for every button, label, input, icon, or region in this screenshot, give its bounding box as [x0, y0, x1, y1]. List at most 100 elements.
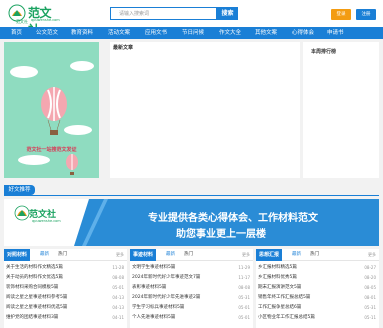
item-date: 11-17	[238, 275, 250, 280]
item-date: 05-31	[238, 295, 250, 300]
nav-item-other-copy[interactable]: 其他文案	[255, 27, 277, 39]
item-title[interactable]: 阅读之星之星事迹材料优选5篇	[6, 305, 67, 310]
item-date: 05-31	[364, 305, 376, 310]
logo-url: qpuwenshe.com	[31, 18, 60, 22]
tab-latest[interactable]: 最新	[40, 249, 49, 261]
item-date: 04-13	[112, 305, 124, 310]
more-link[interactable]: 更多	[368, 249, 376, 261]
list-item[interactable]: 维护党的团结事迹材料3篇 04-11	[4, 313, 127, 323]
item-date: 05-01	[238, 315, 250, 320]
weekly-ranking-title: 本周排行榜	[311, 49, 337, 55]
item-title[interactable]: 乡汇报材料优秀5篇	[258, 275, 297, 280]
nav-item-applications[interactable]: 申请书	[327, 27, 344, 39]
item-date: 05-11	[364, 315, 376, 320]
tab-popular[interactable]: 热门	[184, 249, 193, 261]
hero-title: 范文社一站搜范文发证	[26, 147, 77, 153]
item-title[interactable]: 小区物业年工作汇报总结5篇	[258, 315, 315, 320]
list-item[interactable]: 个人先进事迹材料5篇 05-01	[130, 313, 253, 323]
list-item[interactable]: 乡汇报材料优秀5篇 08-20	[256, 273, 379, 283]
item-title[interactable]: 2024年新时代好少年先进事迹2篇	[132, 295, 200, 300]
item-title[interactable]: 工作汇报争星总结6篇	[258, 305, 301, 310]
item-title[interactable]: 阅读之星之星事迹材料参考5篇	[6, 295, 67, 300]
item-date: 04-11	[112, 315, 124, 320]
latest-articles-panel: 最新文章	[110, 42, 300, 178]
nav-item-holiday-greetings[interactable]: 节日问候	[182, 27, 204, 39]
item-date: 04-13	[112, 295, 124, 300]
main-nav: 首页 公文范文 教育资料 活动文案 应用文书 节日问候 作文大全 其他文案 心得…	[0, 27, 383, 39]
nav-item-official-docs[interactable]: 公文范文	[36, 27, 58, 39]
site-header: 范文社 范文社 qpuwenshe.com 请输入搜索词 搜索 登录 注册	[0, 0, 383, 37]
list-item[interactable]: 销售年终工作汇报总结5篇 08-01	[256, 293, 379, 303]
column-materials: 对照材料 最新 热门 更多 关于生活的材料作文精选5篇 11-28 关于动员的材料…	[4, 249, 127, 328]
item-title[interactable]: 关于动员的材料作文优选5篇	[6, 275, 63, 280]
list-item[interactable]: 期末汇报演讲范文5篇 08-05	[256, 283, 379, 293]
item-date: 08-08	[112, 275, 124, 280]
tab-latest[interactable]: 最新	[292, 249, 301, 261]
item-title[interactable]: 文明学生事迹材料5篇	[132, 265, 175, 270]
tab-latest[interactable]: 最新	[166, 249, 175, 261]
column-tag: 思想汇报	[256, 249, 283, 261]
search-input[interactable]: 请输入搜索词	[110, 7, 217, 20]
article-list: 文明学生事迹材料5篇 11-29 2024年新时代好少年事迹范文7篇 11-17 表…	[130, 263, 253, 323]
site-logo[interactable]: 范文社 范文社 qpuwenshe.com	[8, 3, 60, 37]
column-deeds: 事迹材料 最新 热门 更多 文明学生事迹材料5篇 11-29 2024年新时代好少…	[130, 249, 253, 328]
tab-popular[interactable]: 热门	[310, 249, 319, 261]
list-item[interactable]: 关于动员的材料作文优选5篇 08-08	[4, 273, 127, 283]
logo-sub: 范文社	[16, 19, 28, 24]
item-date: 08-05	[364, 285, 376, 290]
list-item[interactable]: 2024年新时代好少年事迹范文7篇 11-17	[130, 273, 253, 283]
item-date: 08-20	[364, 275, 376, 280]
list-item[interactable]: 学生学习标兵事迹材料5篇 05-01	[130, 303, 253, 313]
list-item[interactable]: 文明学生事迹材料5篇 11-29	[130, 263, 253, 273]
item-title[interactable]: 乡汇报材料精选5篇	[258, 265, 297, 270]
item-date: 08-27	[364, 265, 376, 270]
column-thought-report: 思想汇报 最新 热门 更多 乡汇报材料精选5篇 08-27 乡汇报材料优秀5篇 08…	[256, 249, 379, 328]
hero-banner-image[interactable]: 范文社一站搜范文发证	[4, 42, 99, 178]
item-date: 08-01	[364, 295, 376, 300]
nav-item-activity-copy[interactable]: 活动文案	[108, 27, 130, 39]
login-button[interactable]: 登录	[331, 9, 351, 20]
tab-popular[interactable]: 热门	[58, 249, 67, 261]
item-title[interactable]: 装饰材料采购合同模板5篇	[6, 285, 58, 290]
item-title[interactable]: 销售年终工作汇报总结5篇	[258, 295, 310, 300]
list-item[interactable]: 阅读之星之星事迹材料优选5篇 04-13	[4, 303, 127, 313]
banner-subheadline: 助您事业更上一层楼	[176, 229, 266, 240]
search-button[interactable]: 搜索	[217, 7, 238, 20]
list-item[interactable]: 小区物业年工作汇报总结5篇 05-11	[256, 313, 379, 323]
list-item[interactable]: 工作汇报争星总结6篇 05-31	[256, 303, 379, 313]
item-date: 05-01	[112, 285, 124, 290]
more-link[interactable]: 更多	[116, 249, 124, 261]
column-tag: 对照材料	[4, 249, 31, 261]
nav-item-education[interactable]: 教育资料	[71, 27, 93, 39]
weekly-ranking-panel: 本周排行榜	[303, 42, 379, 178]
nav-item-applied-docs[interactable]: 应用文书	[145, 27, 167, 39]
nav-item-reflections[interactable]: 心得体会	[292, 27, 314, 39]
article-list: 乡汇报材料精选5篇 08-27 乡汇报材料优秀5篇 08-20 期末汇报演讲范文5篇…	[256, 263, 379, 323]
recommend-divider	[4, 195, 379, 196]
item-title[interactable]: 关于生活的材料作文精选5篇	[6, 265, 63, 270]
item-date: 05-01	[238, 305, 250, 310]
item-title[interactable]: 个人先进事迹材料5篇	[132, 315, 175, 320]
register-button[interactable]: 注册	[356, 9, 376, 20]
item-title[interactable]: 期末汇报演讲范文5篇	[258, 285, 301, 290]
item-date: 11-28	[112, 265, 124, 270]
list-item[interactable]: 关于生活的材料作文精选5篇 11-28	[4, 263, 127, 273]
article-list: 关于生活的材料作文精选5篇 11-28 关于动员的材料作文优选5篇 08-08 装饰…	[4, 263, 127, 323]
promo-banner[interactable]: 范文社 qpuwenshe.com 专业提供各类心得体会、工作材料范文 助您事业…	[4, 199, 379, 246]
column-header: 思想汇报 最新 热门 更多	[256, 249, 379, 261]
list-item[interactable]: 装饰材料采购合同模板5篇 05-01	[4, 283, 127, 293]
item-date: 08-08	[238, 285, 250, 290]
more-link[interactable]: 更多	[242, 249, 250, 261]
item-title[interactable]: 维护党的团结事迹材料3篇	[6, 315, 58, 320]
nav-item-essays[interactable]: 作文大全	[219, 27, 241, 39]
list-item[interactable]: 表彰事迹材料5篇 08-08	[130, 283, 253, 293]
latest-articles-title: 最新文章	[113, 45, 134, 51]
column-header: 事迹材料 最新 热门 更多	[130, 249, 253, 261]
item-title[interactable]: 2024年新时代好少年事迹范文7篇	[132, 275, 200, 280]
list-item[interactable]: 乡汇报材料精选5篇 08-27	[256, 263, 379, 273]
list-item[interactable]: 阅读之星之星事迹材料参考5篇 04-13	[4, 293, 127, 303]
nav-item-home[interactable]: 首页	[11, 27, 22, 39]
list-item[interactable]: 2024年新时代好少年先进事迹2篇 05-31	[130, 293, 253, 303]
item-title[interactable]: 学生学习标兵事迹材料5篇	[132, 305, 184, 310]
item-title[interactable]: 表彰事迹材料5篇	[132, 285, 166, 290]
